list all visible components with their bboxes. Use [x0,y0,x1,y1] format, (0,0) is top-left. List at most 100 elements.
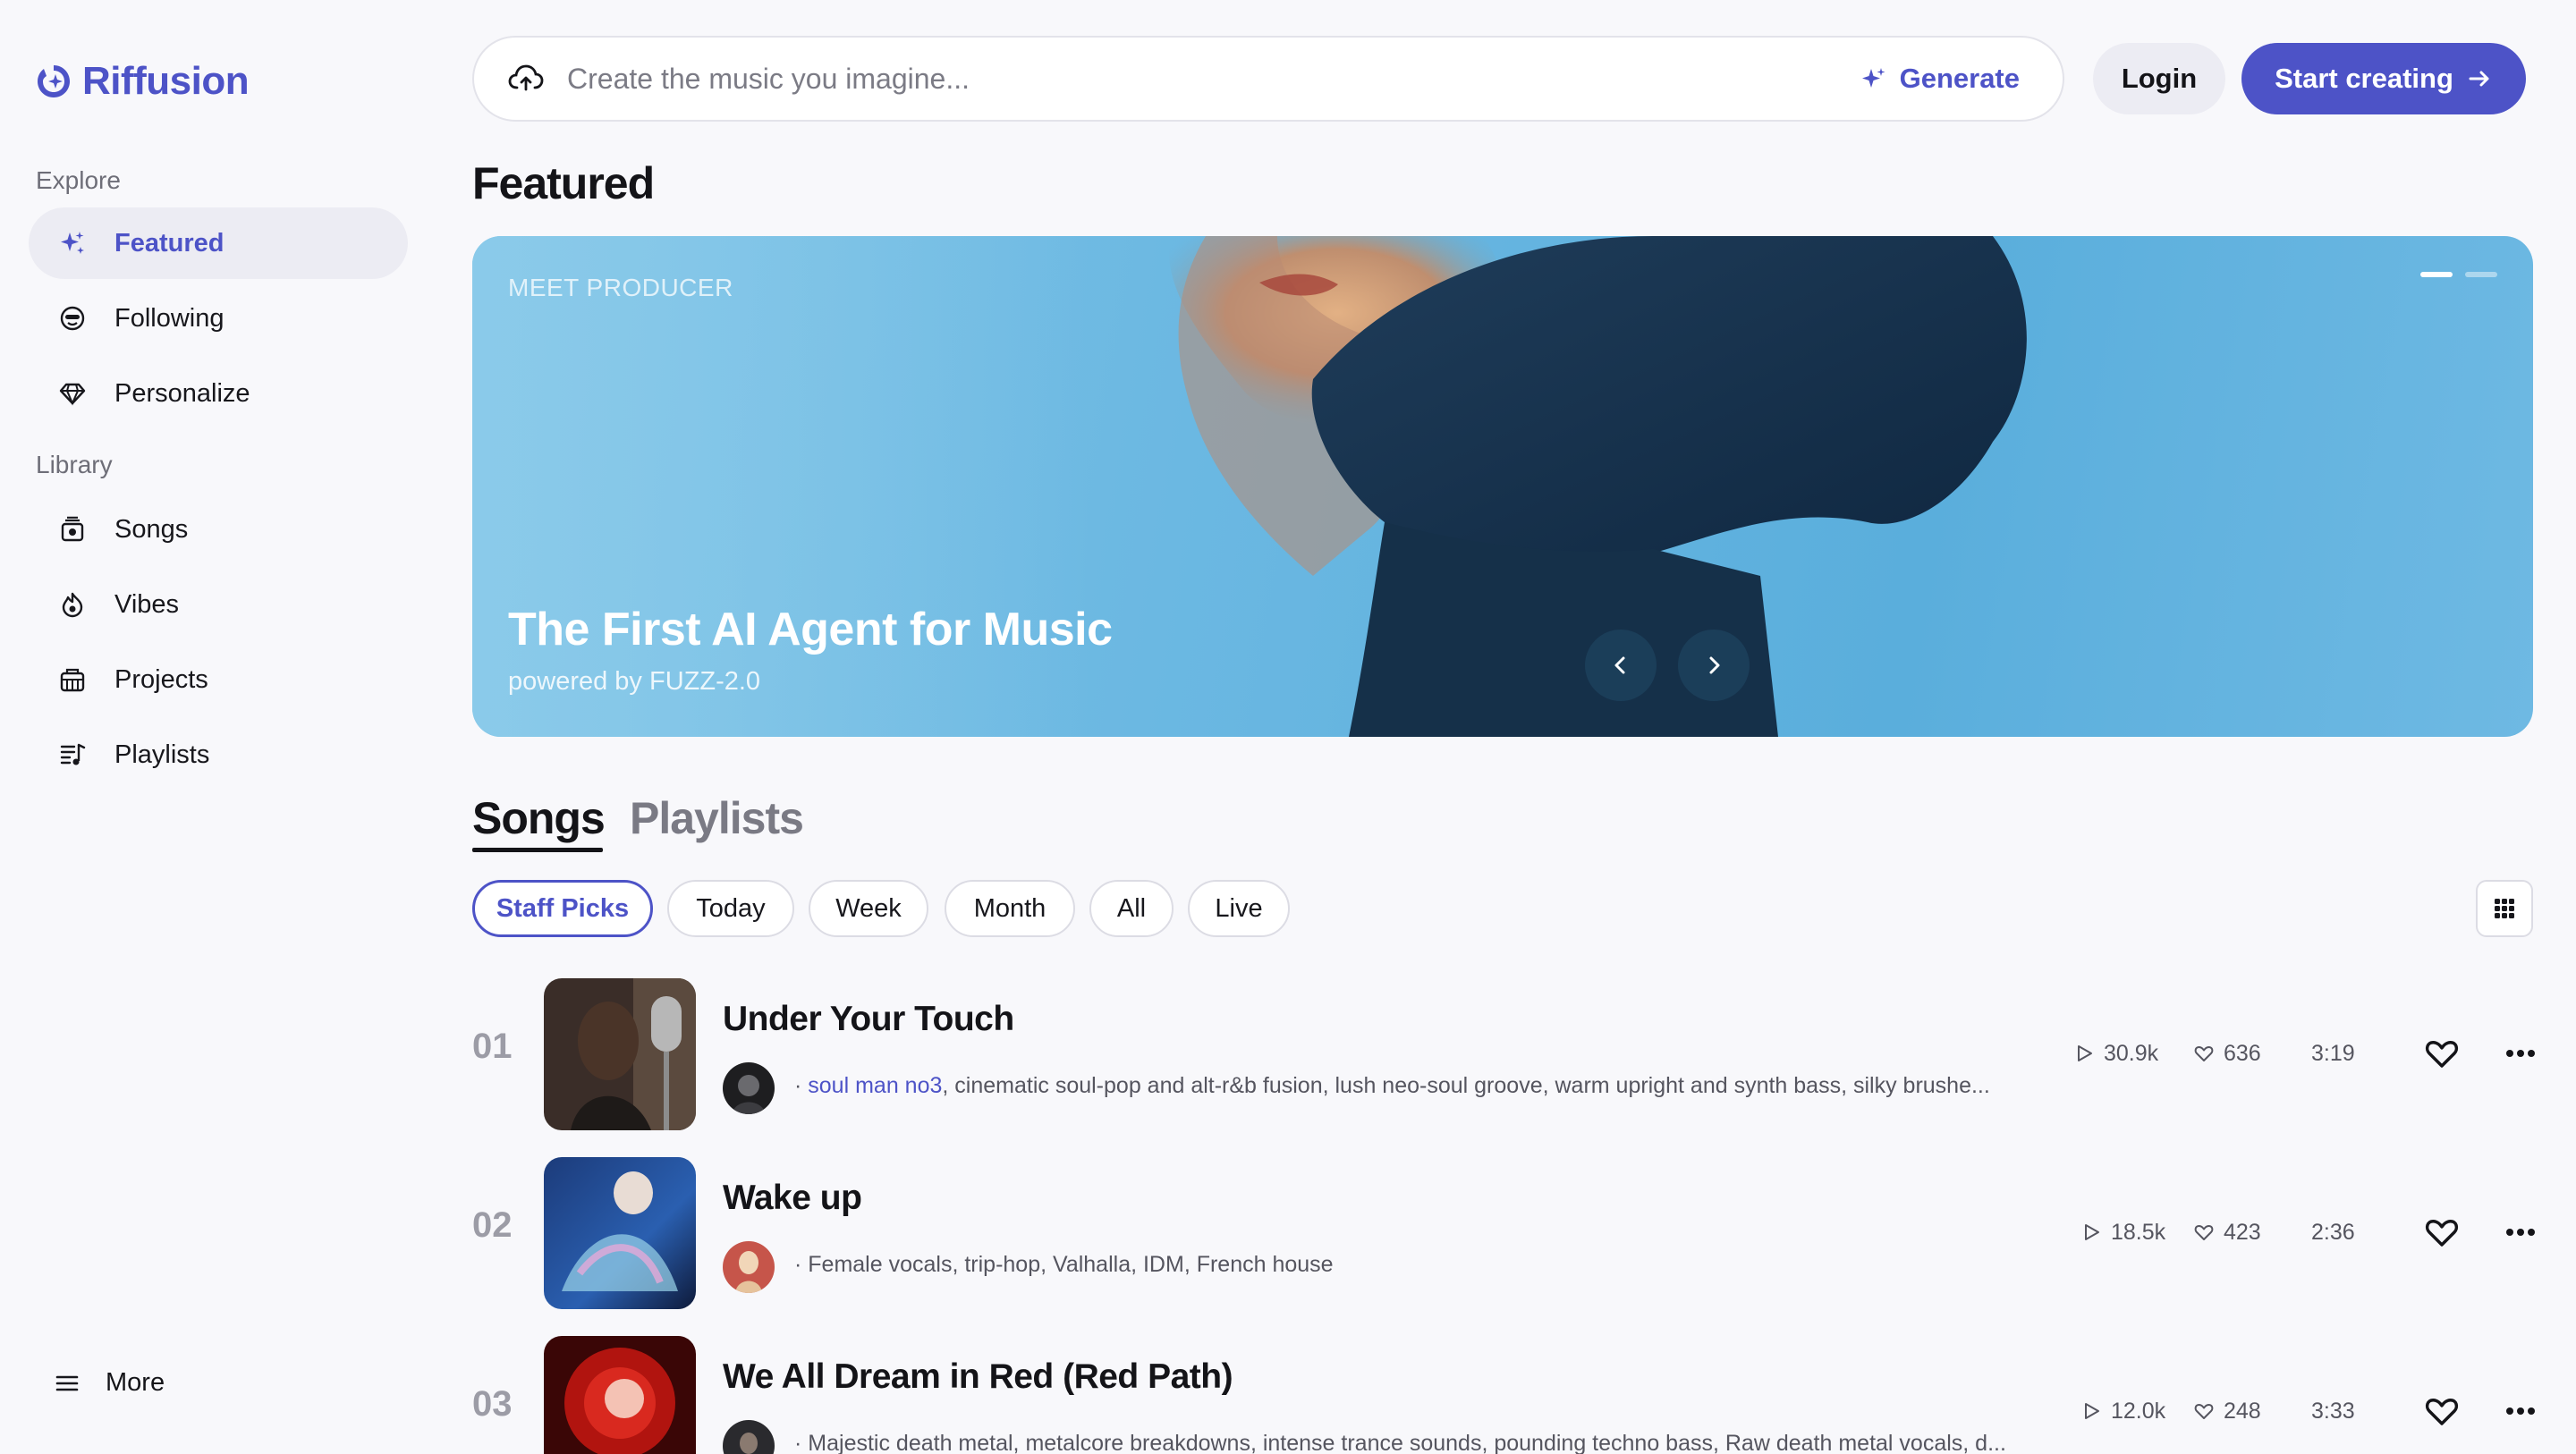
sidebar-item-featured[interactable]: Featured [29,207,408,279]
sidebar-item-vibes[interactable]: Vibes [29,569,408,640]
filter-today[interactable]: Today [667,880,794,937]
heart-icon [2194,1404,2214,1419]
like-button[interactable] [2420,1390,2463,1433]
chevron-right-icon [1709,656,1720,674]
sidebar-item-label: Following [114,303,225,333]
like-count-value: 423 [2224,1219,2261,1245]
artist-avatar[interactable] [723,1420,775,1454]
song-cover-art[interactable] [544,1336,696,1454]
featured-heading: Featured [472,158,655,208]
songs-icon [57,514,88,545]
artist-avatar[interactable] [723,1062,775,1114]
like-button[interactable] [2420,1211,2463,1254]
like-count: 248 [2193,1399,2261,1424]
sparkle-icon [57,228,88,258]
carousel-next-button[interactable] [1678,630,1750,701]
app-name: Riffusion [82,59,250,103]
filter-week[interactable]: Week [809,880,928,937]
song-description: · Female vocals, trip-hop, Valhalla, IDM… [794,1252,1334,1277]
sidebar-item-label: Songs [114,514,189,544]
upload-cloud-icon[interactable] [506,59,546,98]
song-duration: 2:36 [2311,1219,2355,1245]
song-title[interactable]: Wake up [723,1179,862,1218]
riffusion-logo-icon [38,65,70,97]
projects-icon [57,664,88,695]
hero-image [472,236,2533,737]
sidebar-item-following[interactable]: Following [29,283,408,354]
sidebar-item-label: Featured [114,228,225,258]
song-cover-art[interactable] [544,978,696,1130]
prompt-input[interactable] [567,62,1860,96]
app-logo[interactable]: Riffusion [36,59,250,104]
like-button[interactable] [2420,1032,2463,1075]
play-icon [2085,1403,2099,1419]
cover-image [544,1336,696,1454]
login-button[interactable]: Login [2093,43,2225,114]
tab-playlists[interactable]: Playlists [630,792,804,844]
start-creating-button[interactable]: Start creating [2241,43,2526,114]
song-tags: Majestic death metal, metalcore breakdow… [808,1431,2006,1454]
face-icon [57,303,88,334]
more-options-button[interactable] [2499,1390,2542,1433]
sidebar-item-playlists[interactable]: Playlists [29,719,408,790]
song-cover-art[interactable] [544,1157,696,1309]
song-description: · Majestic death metal, metalcore breakd… [794,1431,2006,1454]
song-rank: 01 [472,1027,513,1066]
song-title[interactable]: Under Your Touch [723,1000,1014,1039]
heart-icon [2425,1220,2459,1247]
song-duration: 3:33 [2311,1398,2355,1424]
sidebar-item-songs[interactable]: Songs [29,494,408,565]
heart-icon [2194,1225,2214,1240]
more-options-button[interactable] [2499,1032,2542,1075]
filter-month[interactable]: Month [945,880,1075,937]
generate-button[interactable]: Generate [1860,63,2020,95]
sidebar-item-label: Projects [114,664,208,694]
ellipsis-icon [2506,1408,2535,1415]
artist-link[interactable]: soul man no3 [808,1073,942,1098]
carousel-dot[interactable] [2420,272,2453,277]
arrow-right-icon [2469,71,2489,87]
song-stats: 30.9k 636 3:19 [2073,1027,2535,1080]
filter-live[interactable]: Live [1188,880,1290,937]
filter-staff-picks[interactable]: Staff Picks [472,880,653,937]
heart-icon [2425,1041,2459,1068]
sidebar-item-personalize[interactable]: Personalize [29,358,408,429]
song-rank: 03 [472,1384,513,1424]
sidebar-item-projects[interactable]: Projects [29,644,408,715]
play-count-value: 12.0k [2111,1398,2166,1424]
grid-icon [2495,899,2514,918]
prompt-search-bar: Generate [472,36,2064,122]
library-section-label: Library [36,451,113,478]
carousel-dot[interactable] [2465,272,2497,277]
cover-image [544,978,696,1130]
song-tags: , cinematic soul-pop and alt-r&b fusion,… [942,1073,1990,1098]
diamond-icon [57,378,88,409]
more-menu-button[interactable]: More [54,1368,165,1398]
song-tags: Female vocals, trip-hop, Valhalla, IDM, … [808,1252,1334,1277]
sidebar-item-label: Playlists [114,740,210,769]
tab-songs[interactable]: Songs [472,792,606,844]
ellipsis-icon [2506,1229,2535,1236]
like-count: 423 [2193,1220,2261,1246]
artist-avatar[interactable] [723,1241,775,1293]
featured-hero-banner[interactable]: MEET PRODUCER The First AI Agent for Mus… [472,236,2533,737]
ellipsis-icon [2506,1050,2535,1057]
more-options-button[interactable] [2499,1211,2542,1254]
sidebar-item-label: Personalize [114,378,250,408]
filter-all[interactable]: All [1089,880,1174,937]
song-row[interactable]: 03 We All Dream in Red (Red Path) · Maje… [472,1336,2535,1454]
play-count-value: 30.9k [2104,1040,2159,1066]
grid-view-button[interactable] [2476,880,2533,937]
sidebar-item-label: Vibes [114,589,180,619]
like-count-value: 248 [2224,1398,2261,1424]
play-count: 12.0k [2080,1399,2165,1424]
song-stats: 12.0k 248 3:33 [2073,1384,2535,1438]
heart-icon [2425,1399,2459,1425]
like-count: 636 [2193,1041,2261,1067]
song-row[interactable]: 02 Wake up · Female vocals, trip-hop, Va… [472,1157,2535,1309]
sidebar: Riffusion Explore Featured Following Per… [0,0,429,1454]
song-row[interactable]: 01 Under Your Touch · soul man no3, cine… [472,978,2535,1130]
carousel-prev-button[interactable] [1585,630,1657,701]
active-tab-indicator [472,848,603,852]
song-title[interactable]: We All Dream in Red (Red Path) [723,1357,1233,1397]
